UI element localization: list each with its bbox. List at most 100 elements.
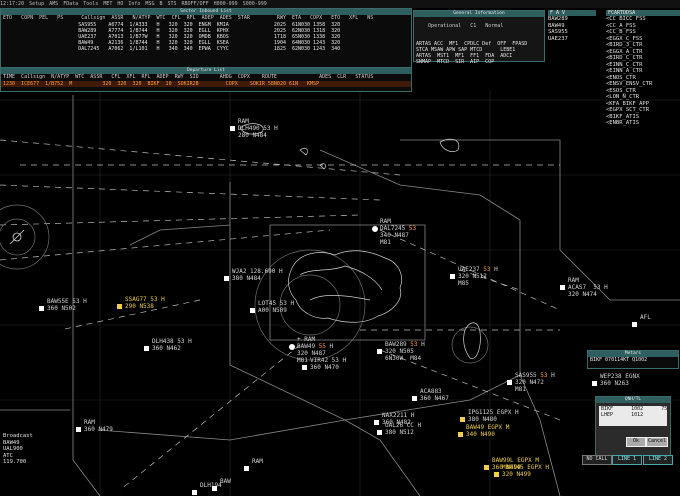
aircraft-symbol[interactable] <box>450 274 455 279</box>
aircraft-symbol[interactable] <box>144 346 149 351</box>
aircraft-label[interactable]: VIR42 53 H 360 N470 <box>310 357 346 371</box>
aircraft-symbol[interactable] <box>372 226 378 232</box>
menu-item[interactable]: Tools <box>83 1 98 7</box>
aircraft-label[interactable]: RAM DAL7245 53 340 N487 M81 <box>380 218 416 246</box>
aircraft-symbol[interactable] <box>458 432 463 437</box>
list-item[interactable]: <ENBR_ATIS <box>606 120 680 127</box>
table-row[interactable]: 1230 ICE677 1/B752 M 320 320 320 BIKF 10… <box>1 81 411 87</box>
label-line: DLH490 53 H <box>238 125 278 132</box>
aircraft-label[interactable]: LOT45 53 H A00 N509 <box>258 300 294 314</box>
aircraft-symbol[interactable] <box>560 285 565 290</box>
aircraft-label[interactable]: AFL <box>640 314 651 321</box>
table-row[interactable]: LHEP 1012 <box>599 412 667 418</box>
label-line: 380 N484 <box>232 275 261 282</box>
list-item[interactable]: 119.700 <box>3 459 63 466</box>
aircraft-label[interactable]: RAM ACAS7 53 H 320 N474 <box>568 277 608 298</box>
aircraft-label[interactable]: SSAG77 53 H 290 N538 <box>125 296 165 310</box>
menu-item[interactable]: 12:17:20 <box>0 1 24 7</box>
label-line: 290 N538 <box>125 303 154 310</box>
menu-item[interactable]: MSG <box>145 1 154 7</box>
aircraft-symbol[interactable] <box>76 427 81 432</box>
aircraft-label[interactable]: BAW49 EGPX M 340 N490 <box>466 424 509 438</box>
aircraft-label[interactable]: BAW <box>220 478 231 485</box>
aircraft-label[interactable]: IPG1125 EGPX H 380 N480 <box>468 409 519 423</box>
aircraft-label[interactable]: DLH438 53 H 360 N462 <box>152 338 192 352</box>
aircraft-label[interactable]: UAL26 CC H 380 N512 <box>385 422 421 436</box>
aircraft-label[interactable]: RAM DLH490 53 H 280 N484 <box>238 118 278 139</box>
departure-list-window[interactable]: Departure List TIME Callsign N/ATYP WTC … <box>0 67 412 92</box>
menu-item[interactable]: STS <box>167 1 176 7</box>
info-cell[interactable]: MTCD <box>437 59 449 65</box>
menu-item[interactable]: AMS <box>49 1 58 7</box>
aircraft-symbol[interactable] <box>460 417 465 422</box>
aircraft-label[interactable]: SAS955 53 H 320 N472 M81 <box>515 372 555 393</box>
menu-item[interactable]: Info <box>128 1 140 7</box>
qnh-table: BIKF 1002 75 LHEP 1012 <box>599 406 667 426</box>
status-normal: Normal <box>485 23 504 29</box>
line2-button[interactable]: LINE 2 <box>643 455 673 465</box>
aircraft-label[interactable]: DLH194 <box>200 482 222 489</box>
label-line: 320 N499 <box>502 471 531 478</box>
aircraft-symbol[interactable] <box>632 322 637 327</box>
aircraft-label[interactable]: RAM 360 N479 <box>84 419 113 433</box>
menu-item[interactable]: MET <box>103 1 112 7</box>
metars-window[interactable]: Metars BIKF 070114KT Q1002 <box>587 350 679 369</box>
aircraft-symbol[interactable] <box>302 365 307 370</box>
label-line: BAW55E 53 H <box>47 298 87 305</box>
column-headers: TIME Callsign N/ATYP WTC ASSR CFL XFL RF… <box>3 74 374 80</box>
table-row[interactable]: DAL7245 A7062 1/L101 H 340 340 EPWA CYYC… <box>1 46 411 52</box>
no-call-button[interactable]: NO CALL <box>582 455 612 465</box>
status-op: Operational <box>428 23 462 29</box>
aircraft-label[interactable]: UAE237 53 H 320 N512 M85 <box>458 266 498 287</box>
menu-item[interactable]: H000-999 <box>214 1 238 7</box>
label-line: M85 <box>458 280 469 287</box>
aircraft-symbol[interactable] <box>39 306 44 311</box>
aircraft-symbol[interactable] <box>212 486 217 491</box>
menu-item[interactable]: HO <box>117 1 123 7</box>
info-cell[interactable]: SNMAP <box>416 59 431 65</box>
ok-button[interactable]: Ok <box>626 437 646 447</box>
qnh-window[interactable]: QNH/TL BIKF 1002 75 LHEP 1012 Ok Cancel <box>595 396 671 456</box>
info-cell[interactable]: COP <box>485 59 494 65</box>
menu-item[interactable]: RBOFF/OFF <box>182 1 209 7</box>
callsign: SAS955 <box>515 372 541 379</box>
label-line: 360 N502 <box>47 305 76 312</box>
general-info-window[interactable]: General Information Operational C1 Norma… <box>413 10 545 65</box>
aircraft-symbol[interactable] <box>250 308 255 313</box>
label-line: ACAS7 53 H <box>568 284 608 291</box>
aircraft-label[interactable]: WJA2 128.600 H 380 N484 <box>232 268 283 282</box>
menu-item[interactable]: Setup <box>29 1 44 7</box>
label-line: 360 N467 <box>420 395 449 402</box>
menu-item[interactable]: FData <box>63 1 78 7</box>
aircraft-symbol[interactable] <box>507 380 512 385</box>
aircraft-symbol[interactable] <box>377 349 382 354</box>
window-title: QNH/TL <box>596 397 670 403</box>
cancel-button[interactable]: Cancel <box>646 437 668 447</box>
aircraft-label[interactable]: MB0145 EGPX H 320 N499 <box>502 464 549 478</box>
aircraft-symbol[interactable] <box>224 276 229 281</box>
aircraft-label[interactable]: ACA883 360 N467 <box>420 388 449 402</box>
aircraft-symbol[interactable] <box>117 304 122 309</box>
aircraft-label[interactable]: WEP238 EGNX 360 N263 <box>600 373 640 387</box>
menu-item[interactable]: B <box>159 1 162 7</box>
aircraft-symbol[interactable] <box>484 465 489 470</box>
aircraft-symbol[interactable] <box>374 420 379 425</box>
aircraft-symbol[interactable] <box>592 381 597 386</box>
aircraft-symbol[interactable] <box>244 466 249 471</box>
aircraft-symbol[interactable] <box>412 396 417 401</box>
aircraft-label[interactable]: RAM <box>252 458 263 465</box>
label-line: 320 N474 <box>568 291 597 298</box>
list-item[interactable]: UAE237 <box>548 36 596 43</box>
line1-button[interactable]: LINE 1 <box>612 455 642 465</box>
aircraft-symbol[interactable] <box>192 490 197 495</box>
aircraft-label[interactable]: BAW55E 53 H 360 N502 <box>47 298 87 312</box>
aircraft-symbol[interactable] <box>289 344 295 350</box>
aircraft-label[interactable]: BAW289 53 H 320 N505 6N30W M84 <box>385 341 425 362</box>
info-cell[interactable]: SIR <box>455 59 464 65</box>
aircraft-symbol[interactable] <box>377 430 382 435</box>
aircraft-symbol[interactable] <box>494 472 499 477</box>
sector-inbound-list-window[interactable]: Sector Inbound List ETO COPN PEL PS Call… <box>0 8 412 70</box>
info-cell[interactable]: AIP <box>470 59 479 65</box>
menu-item[interactable]: S000-999 <box>243 1 267 7</box>
aircraft-symbol[interactable] <box>230 126 235 131</box>
